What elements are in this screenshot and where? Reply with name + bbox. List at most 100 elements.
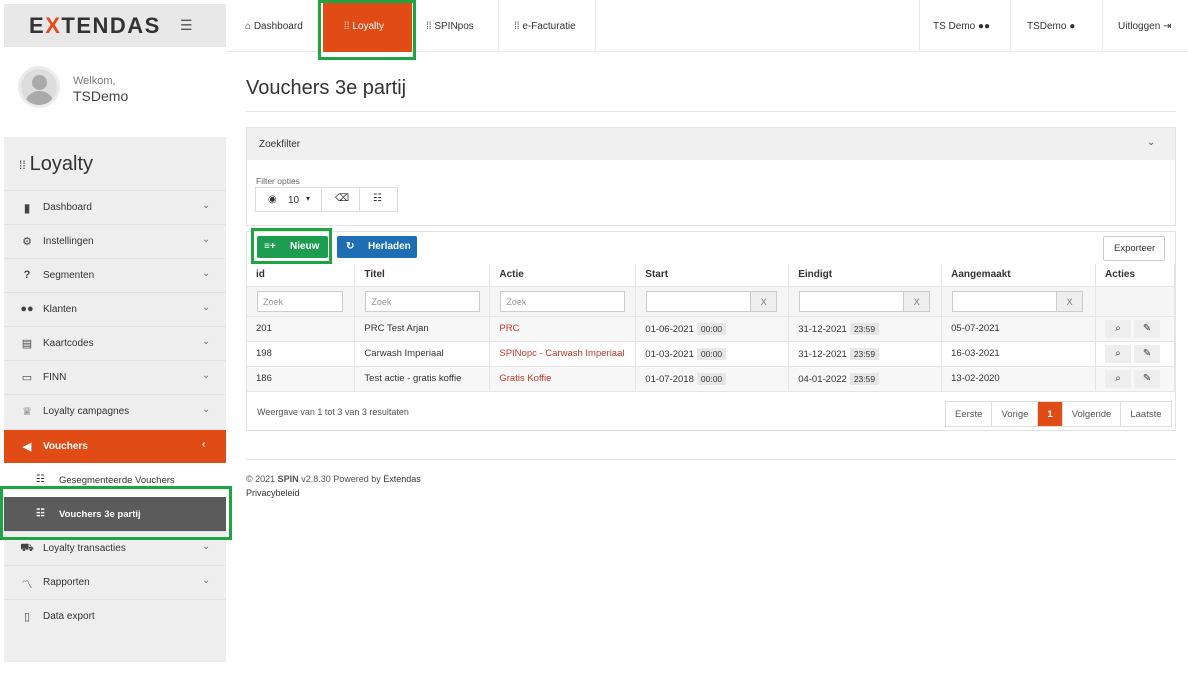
export-button[interactable]: Exporteer (1103, 236, 1165, 261)
table-row[interactable]: 198 Carwash Imperiaal SPINopc - Carwash … (247, 341, 1175, 367)
sidebar-item-vouchers[interactable]: ◀ Vouchers ‹ (4, 429, 226, 463)
title-divider (246, 111, 1176, 112)
pager-previous[interactable]: Vorige (992, 402, 1039, 426)
sidebar-item-klanten[interactable]: ●● Klanten ⌄ (4, 292, 226, 326)
cell-end: 31-12-2021 23:59 (788, 316, 943, 342)
column-header-id[interactable]: id (247, 264, 356, 287)
search-icon[interactable]: ⌕ (1105, 344, 1132, 363)
cell-end: 31-12-2021 23:59 (788, 341, 943, 367)
table-row[interactable]: 201 PRC Test Arjan PRC 01-06-2021 00:00 3… (247, 316, 1175, 342)
gear-icon: ⚙ (22, 236, 32, 248)
chevron-down-icon: ⌄ (202, 575, 211, 586)
bullhorn-icon: ◀ (22, 441, 32, 453)
sidebar-item-dashboard[interactable]: ▮ Dashboard ⌄ (4, 190, 226, 224)
pager-last[interactable]: Laatste (1121, 402, 1170, 426)
start-clear-button[interactable]: X (751, 290, 778, 312)
cart-icon: ⛟ (20, 542, 34, 554)
chevron-down-icon: ⌄ (202, 302, 211, 313)
cell-start: 01-06-2021 00:00 (635, 316, 790, 342)
search-icon[interactable]: ⌕ (1105, 369, 1132, 388)
page-size-dropdown[interactable]: ◉ 10 ▾ (255, 187, 322, 212)
clear-filter-button[interactable]: ⌫ (321, 187, 360, 212)
module-title: ⁞⁞ Loyalty (19, 153, 94, 175)
grid-icon: ⁞⁞ (19, 157, 26, 172)
pencil-icon[interactable]: ✎ (1134, 344, 1161, 363)
brand-logo[interactable]: EXTENDAS (29, 13, 161, 39)
filter-panel-header[interactable]: Zoekfilter ⌄ (247, 128, 1175, 160)
pencil-icon[interactable]: ✎ (1134, 319, 1161, 338)
pager-first[interactable]: Eerste (946, 402, 993, 426)
nav-tenant[interactable]: TS Demo ●● (919, 0, 1010, 52)
caret-down-icon: ▾ (306, 194, 311, 203)
created-clear-button[interactable]: X (1057, 290, 1084, 312)
chevron-down-icon: ⌄ (202, 200, 211, 211)
highlight-new-button (251, 228, 332, 264)
column-header-eindigt[interactable]: Eindigt (788, 264, 943, 287)
created-date-input[interactable] (952, 290, 1058, 312)
pager-next[interactable]: Volgende (1063, 402, 1122, 426)
sidebar: EXTENDAS ☰ Welkom, TSDemo ⁞⁞ Loyalty ▮ Das… (4, 4, 226, 662)
column-header-acties: Acties (1095, 264, 1175, 287)
nav-tab-spinpos[interactable]: ⁞⁞ SPINpos (413, 0, 499, 52)
column-header-actie[interactable]: Actie (489, 264, 637, 287)
sidebar-item-finn[interactable]: ▭ FINN ⌄ (4, 360, 226, 394)
sidebar-item-kaartcodes[interactable]: ▤ Kaartcodes ⌄ (4, 326, 226, 360)
sidebar-item-loyalty-campagnes[interactable]: ♕ Loyalty campagnes ⌄ (4, 394, 226, 430)
avatar (18, 66, 60, 108)
column-header-aangemaakt[interactable]: Aangemaakt (941, 264, 1097, 287)
chevron-down-icon: ⌄ (202, 370, 211, 381)
grid-icon: ⁞⁞ (514, 21, 520, 32)
users-icon: ●● (978, 21, 991, 32)
sidebar-item-instellingen[interactable]: ⚙ Instellingen ⌄ (4, 224, 226, 258)
users-icon: ●● (20, 303, 34, 315)
nav-logout[interactable]: Uitloggen ⇥ (1102, 0, 1188, 52)
highlight-loyalty-tab (318, 0, 416, 60)
column-header-titel[interactable]: Titel (354, 264, 491, 287)
end-clear-button[interactable]: X (904, 290, 931, 312)
nav-tab-dashboard[interactable]: ⌂ Dashboard (226, 0, 318, 52)
card-icon: ▭ (21, 372, 33, 384)
cell-title: Test actie - gratis koffie (354, 366, 491, 392)
chevron-down-icon: ⌄ (202, 336, 211, 347)
filter-options-label: Filter opties (256, 176, 300, 186)
column-header-start[interactable]: Start (635, 264, 790, 287)
hamburger-menu-icon[interactable]: ☰ (180, 17, 193, 34)
start-date-input[interactable] (646, 290, 752, 312)
cell-id: 198 (247, 341, 356, 367)
eraser-icon: ⌫ (335, 193, 350, 204)
sidebar-item-data-export[interactable]: ▯ Data export (4, 599, 226, 633)
reload-button[interactable]: ↻ Herladen (337, 236, 417, 258)
cell-end: 04-01-2022 23:59 (788, 366, 943, 392)
table-row[interactable]: 186 Test actie - gratis koffie Gratis Ko… (247, 366, 1175, 392)
action-link[interactable]: PRC (499, 323, 519, 334)
nav-user[interactable]: TSDemo ● (1010, 0, 1102, 52)
footer-copyright: © 2021 SPIN v2.8.30 Powered by Extendas (246, 474, 421, 484)
pager-page-1[interactable]: 1 (1038, 402, 1063, 426)
sidebar-item-segmenten[interactable]: ? Segmenten ⌄ (4, 258, 226, 292)
column-toggle-button[interactable]: ☷ (359, 187, 398, 212)
action-link[interactable]: SPINopc - Carwash Imperiaal (499, 348, 624, 359)
chevron-down-icon: ⌄ (202, 268, 211, 279)
question-icon: ? (23, 269, 31, 281)
end-date-input[interactable] (799, 290, 905, 312)
nav-tab-e-facturatie[interactable]: ⁞⁞ e-Facturatie (499, 0, 596, 52)
chevron-down-icon[interactable]: ⌄ (1147, 137, 1155, 148)
brand-bar: EXTENDAS ☰ (4, 4, 226, 47)
cell-title: PRC Test Arjan (354, 316, 491, 342)
titel-search-input[interactable]: Zoek (365, 290, 481, 312)
user-icon: ● (1069, 21, 1076, 32)
pagination: Eerste Vorige 1 Volgende Laatste (945, 401, 1172, 427)
cell-title: Carwash Imperiaal (354, 341, 491, 367)
grid-icon: ⁞⁞ (426, 21, 432, 32)
trophy-icon: ♕ (22, 406, 32, 418)
user-name: TSDemo (73, 88, 129, 104)
chevron-down-icon: ⌄ (202, 234, 211, 245)
search-icon[interactable]: ⌕ (1105, 319, 1132, 338)
action-link[interactable]: Gratis Koffie (499, 373, 551, 384)
id-search-input[interactable]: Zoek (257, 290, 343, 312)
sidebar-item-rapporten[interactable]: 〽 Rapporten ⌄ (4, 565, 226, 599)
pencil-icon[interactable]: ✎ (1134, 369, 1161, 388)
company-link[interactable]: Extendas (383, 474, 421, 484)
privacy-link[interactable]: Privacybeleid (246, 488, 300, 498)
actie-search-input[interactable]: Zoek (500, 290, 626, 312)
